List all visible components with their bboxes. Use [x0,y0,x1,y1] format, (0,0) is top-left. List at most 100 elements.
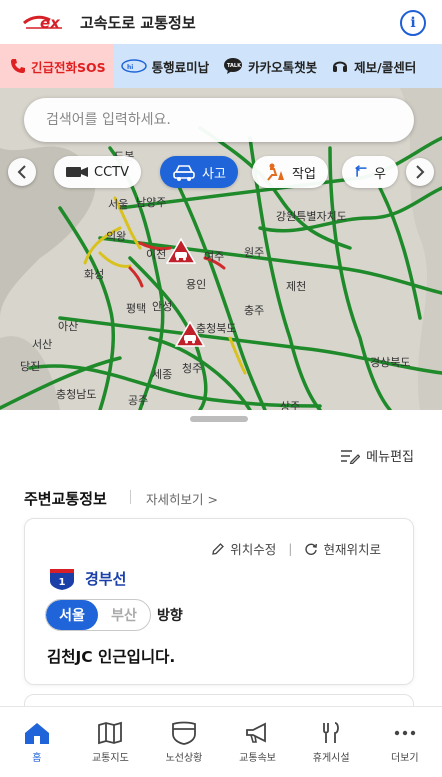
chip-label: 사고 [202,166,226,182]
route-shield-icon [172,721,196,745]
map-place: 당진 [20,360,41,373]
megaphone-icon [245,722,266,743]
direction-label: 방향 [157,608,183,624]
edit-location-label: 위치수정 [230,542,277,557]
nav-traffic-map[interactable]: 교통지도 [74,707,148,777]
current-location-button[interactable]: 현재위치로 [304,539,381,558]
hipass-icon: hi [120,59,147,73]
chevron-left-icon [17,165,26,179]
nav-more[interactable]: 더보기 [368,707,442,777]
chip-label: 작업 [292,166,316,182]
car-crash-icon [173,165,195,181]
direction-toggle[interactable]: 서울 부산 [45,599,151,631]
quick-item-callcenter[interactable]: 제보/콜센터 [324,44,423,88]
nav-label: 교통지도 [91,753,129,764]
rest-area-icon [323,722,340,743]
chevron-right-icon [416,165,425,179]
map-place: 남양주 [136,196,167,209]
map-place: 화성 [84,268,105,281]
route-number: 1 [59,577,66,588]
map-place: 이천 [146,248,167,261]
nav-label: 노선상황 [165,753,203,764]
card-actions: 위치수정 | 현재위치로 [211,539,381,558]
direction-selector: 서울 부산 방향 [45,599,183,631]
nav-route-status[interactable]: 노선상황 [147,707,221,777]
map-place: 청주 [182,362,203,375]
map-place: 충주 [244,304,265,317]
camera-icon [66,167,88,177]
map-place: 경상북도 [370,356,411,369]
chip-cctv[interactable]: CCTV [54,156,141,188]
quick-item-toll[interactable]: hi 통행료미납 [114,44,217,88]
map-place: 상주 [280,400,301,410]
quick-item-label: 제보/콜센터 [354,59,417,75]
info-icon[interactable]: i [400,10,426,36]
map-place: 여주 [204,250,225,263]
edit-location-button[interactable]: 위치수정 [211,539,276,558]
accident-marker-icon[interactable] [175,321,205,347]
headset-icon [333,61,348,72]
search-input[interactable] [46,112,386,128]
direction-option-busan[interactable]: 부산 [98,600,150,630]
route-info: 1 경부선 [47,565,126,591]
map-place: 세종 [152,368,173,381]
road-work-icon [267,163,284,181]
pencil-icon [212,542,225,555]
map-place: 원주 [244,246,265,259]
accident-marker-icon[interactable] [166,238,196,264]
chips-next-button[interactable] [406,158,434,186]
chip-detour[interactable]: 우 [342,156,398,188]
nearby-traffic-card: 위치수정 | 현재위치로 1 경부선 서울 부산 방향 김천JC 인근입니다. [24,518,414,685]
map-place: 강원특별자치도 [276,210,347,223]
quick-item-chatbot[interactable]: TALK 카카오톡챗봇 [216,44,324,88]
svg-text:ex: ex [40,14,61,32]
nav-label: 휴게시설 [312,753,350,764]
map-icon [98,721,123,745]
bottom-sheet: 메뉴편집 주변교통정보 자세히보기 > 위치수정 | 현재위치로 1 경부선 서… [0,410,442,734]
search-bar[interactable] [24,98,414,142]
nav-rest-area[interactable]: 휴게시설 [294,707,368,777]
sheet-drag-handle[interactable] [190,416,248,422]
nav-home[interactable]: 홈 [0,707,74,777]
map-place: 아산 [58,320,79,333]
chip-label: 우 [374,166,386,182]
quick-item-label: 카카오톡챗봇 [248,59,318,75]
direction-option-seoul[interactable]: 서울 [46,600,98,630]
quick-menu-bar: 긴급전화SOS hi 통행료미납 TALK 카카오톡챗봇 제보/콜센터 [0,44,442,88]
phone-icon [11,59,25,73]
map-place: 서산 [32,338,53,351]
quick-item-sos[interactable]: 긴급전화SOS [0,44,114,88]
map-place: 제천 [286,280,307,293]
chip-work[interactable]: 작업 [252,156,328,188]
nav-traffic-news[interactable]: 교통속보 [221,707,295,777]
current-location-label: 현재위치로 [323,542,381,557]
chips-prev-button[interactable] [8,158,36,186]
bottom-navigation: 홈 교통지도 노선상황 교통속보 휴게시설 더보기 [0,706,442,777]
chip-accident[interactable]: 사고 [160,156,238,188]
talk-icon: TALK [224,58,242,74]
app-title: 고속도로 교통정보 [80,13,196,32]
edit-list-icon [341,449,361,464]
nav-label: 더보기 [390,753,419,764]
more-icon [394,730,415,736]
chip-label: CCTV [94,164,129,180]
app-header: ex 고속도로 교통정보 i [0,0,442,44]
section-title: 주변교통정보 [24,490,107,508]
refresh-icon [305,543,318,555]
svg-text:TALK: TALK [227,63,242,69]
traffic-status-text: 김천JC 인근입니다. [47,648,176,666]
map-place: 용인 [186,278,207,291]
route-name: 경부선 [85,569,127,588]
quick-item-label: 긴급전화SOS [31,59,106,75]
nav-label: 교통속보 [239,753,276,764]
traffic-map[interactable]: 도봉 서울 남양주 강원특별자치도 원주 여주 이천 화성 제천 평택 안성 충… [0,88,442,410]
menu-edit-button[interactable]: 메뉴편집 [340,446,414,465]
detour-icon [355,165,367,177]
ex-logo-icon[interactable]: ex [22,10,74,34]
separator: | [288,541,293,556]
map-place: 공주 [128,394,149,407]
svg-text:hi: hi [127,64,133,71]
map-place: 충청남도 [56,388,97,401]
detail-link[interactable]: 자세히보기 > [146,489,218,508]
route-shield-badge-icon: 1 [50,569,74,590]
